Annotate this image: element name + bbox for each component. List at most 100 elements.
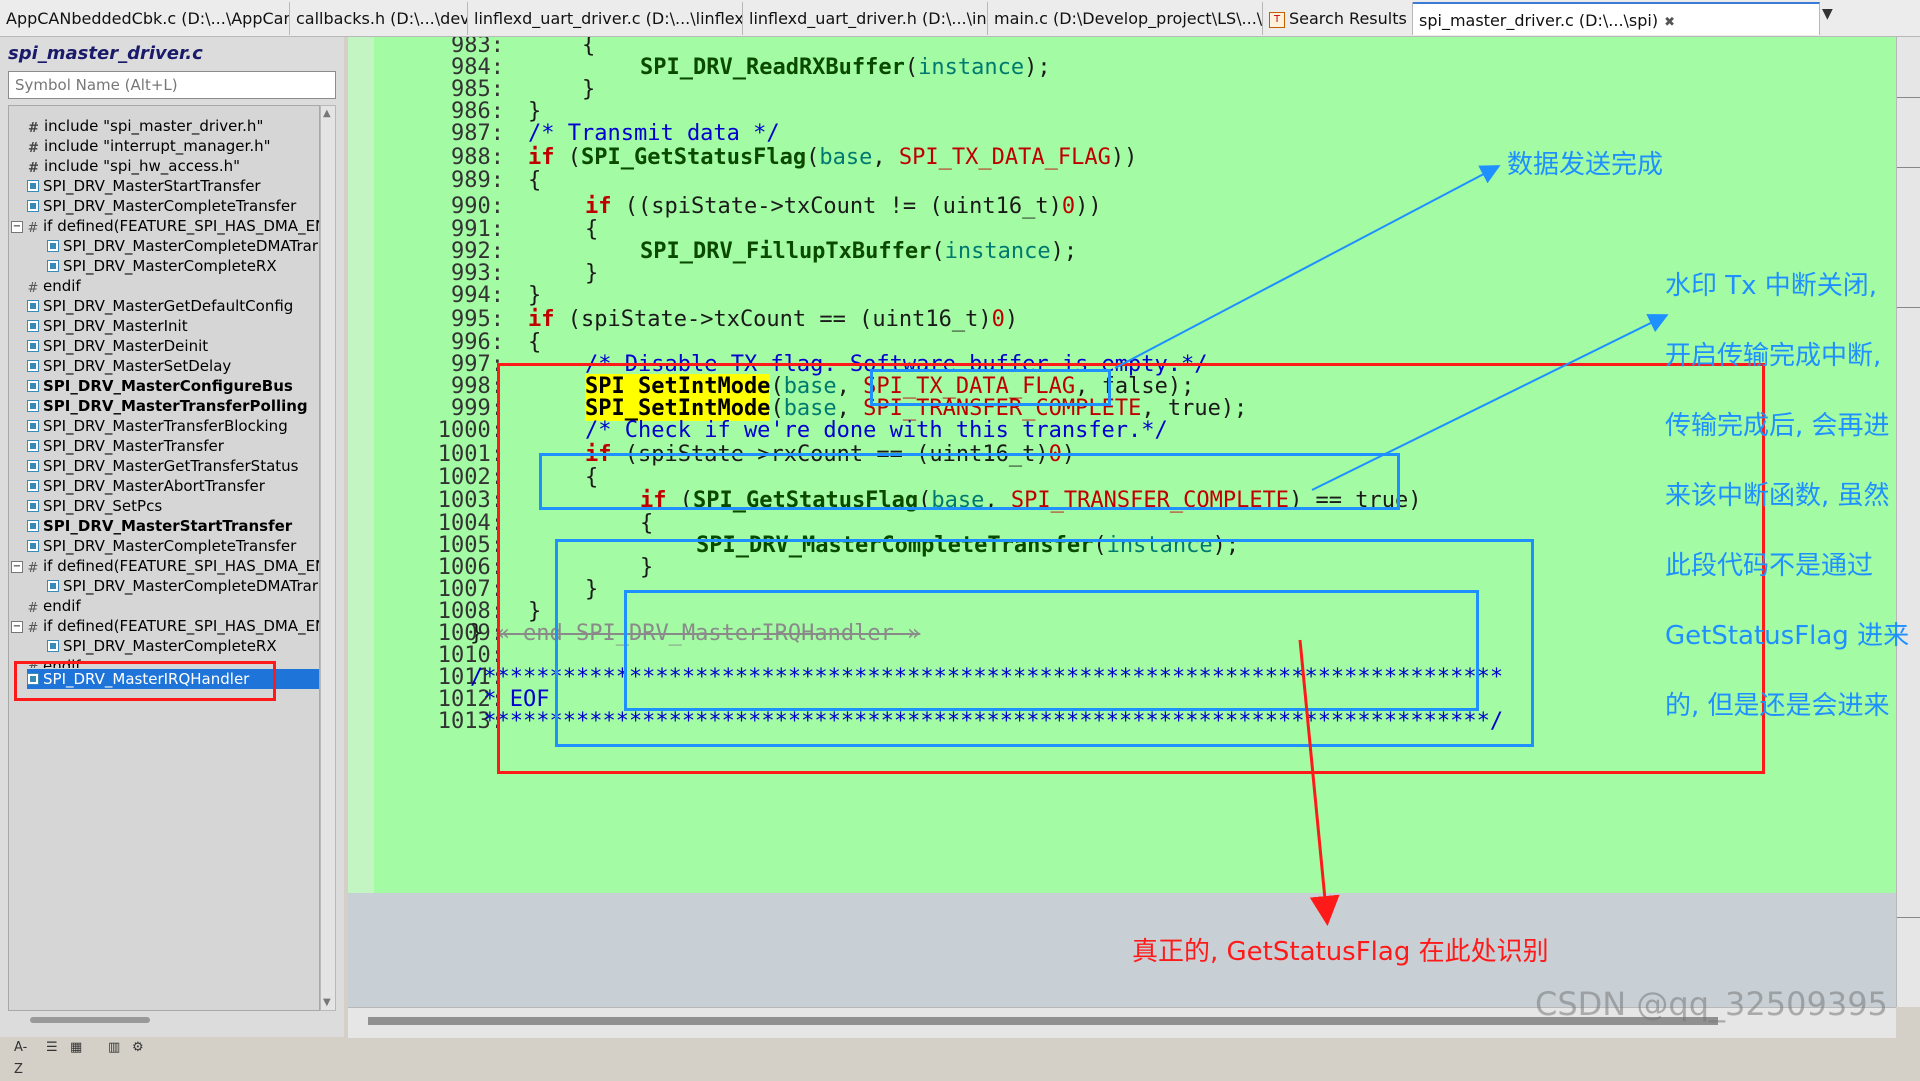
include-icon: # (28, 161, 39, 176)
function-icon (27, 460, 39, 472)
function-icon (27, 480, 39, 492)
list-item-selected[interactable]: SPI_DRV_MasterIRQHandler (27, 669, 319, 689)
list-item[interactable]: SPI_DRV_MasterCompleteRX (47, 256, 277, 276)
scroll-marker (1897, 167, 1920, 168)
code-line: { (585, 217, 599, 242)
side-note-line: 的, 但是还是会进来 (1665, 691, 1890, 721)
book-icon[interactable]: ▥ (108, 1037, 120, 1059)
list-item[interactable]: SPI_DRV_MasterTransferPolling (27, 396, 308, 416)
scroll-down-icon[interactable]: ▼ (323, 997, 331, 1008)
list-item[interactable]: # if defined(FEATURE_SPI_HAS_DMA_EN (27, 616, 319, 636)
function-icon (27, 380, 39, 392)
list-item[interactable]: SPI_DRV_MasterCompleteDMATrar (47, 576, 318, 596)
tab-label: callbacks.h (D:\...\devices) (296, 9, 467, 28)
tab-main-c[interactable]: main.c (D:\Develop_project\LS\...\app) (988, 2, 1263, 35)
tab-bar: AppCANbeddedCbk.c (D:\...\AppCanbedded) … (0, 0, 1920, 37)
list-item[interactable]: SPI_DRV_MasterCompleteTransfer (27, 536, 296, 556)
function-icon (27, 340, 39, 352)
scroll-up-icon[interactable]: ▲ (323, 108, 331, 119)
code-line: } (528, 283, 542, 308)
tab-appcanbeddedcbk[interactable]: AppCANbeddedCbk.c (D:\...\AppCanbedded) (0, 2, 290, 35)
watermark: CSDN @qq_32509395 (1535, 985, 1888, 1023)
list-item[interactable]: SPI_DRV_MasterGetDefaultConfig (27, 296, 293, 316)
function-icon (27, 420, 39, 432)
preprocessor-icon: # (27, 662, 39, 668)
function-icon (27, 360, 39, 372)
category-icon[interactable]: ▦ (70, 1037, 82, 1059)
search-results-icon: T (1269, 11, 1285, 28)
scroll-marker (1897, 97, 1920, 98)
list-view-icon[interactable]: ☰ (46, 1037, 58, 1059)
preprocessor-icon: # (27, 601, 39, 616)
chevron-down-icon[interactable]: ▼ (1822, 6, 1833, 22)
side-note-line: 传输完成后, 会再进 (1665, 411, 1890, 441)
tab-search-results[interactable]: T Search Results (1263, 2, 1413, 35)
sort-az-button[interactable]: A-Z (14, 1037, 27, 1077)
collapse-icon[interactable]: − (11, 621, 23, 633)
list-item[interactable]: # if defined(FEATURE_SPI_HAS_DMA_EN (27, 556, 319, 576)
tab-spi-master-driver-c[interactable]: spi_master_driver.c (D:\...\spi) ✖ (1413, 2, 1820, 35)
code-line: ****************************************… (470, 709, 1504, 734)
code-line: SPI_DRV_MasterCompleteTransfer(instance)… (696, 533, 1240, 558)
list-item[interactable]: SPI_DRV_MasterAbortTransfer (27, 476, 265, 496)
line-number: 1000: (437, 418, 504, 443)
list-item[interactable]: #endif (27, 276, 81, 296)
tab-label: spi_master_driver.c (D:\...\spi) (1419, 11, 1659, 30)
list-item[interactable]: SPI_DRV_MasterSetDelay (27, 356, 231, 376)
function-icon (27, 200, 39, 212)
code-line: } (585, 261, 599, 286)
list-item[interactable]: SPI_DRV_MasterDeinit (27, 336, 208, 356)
note-real-check: 真正的, GetStatusFlag 在此处识别 (1132, 937, 1549, 967)
list-item[interactable]: SPI_DRV_SetPcs (27, 496, 162, 516)
function-icon (47, 240, 59, 252)
code-editor[interactable]: 983: 984: 985: 986: 987: 988: 989: 990: … (348, 37, 1896, 893)
list-item[interactable]: SPI_DRV_MasterCompleteRX (47, 636, 277, 656)
collapse-icon[interactable]: − (11, 221, 23, 233)
list-item[interactable]: #endif (27, 596, 81, 616)
tab-label: main.c (D:\Develop_project\LS\...\app) (994, 9, 1263, 28)
tab-linflexd-uart-driver-h[interactable]: linflexd_uart_driver.h (D:\...\inc) (743, 2, 988, 35)
code-line: { (582, 37, 596, 58)
function-icon (27, 180, 39, 192)
close-icon[interactable]: ✖ (1664, 6, 1675, 35)
code-line: } (640, 555, 654, 580)
list-item[interactable]: SPI_DRV_MasterGetTransferStatus (27, 456, 298, 476)
list-item[interactable]: SPI_DRV_MasterCompleteTransfer (27, 196, 296, 216)
code-line: /* Check if we're done with this transfe… (585, 418, 1168, 443)
symbol-search-input[interactable] (8, 71, 336, 99)
code-line: if (SPI_GetStatusFlag(base, SPI_TRANSFER… (640, 488, 1422, 513)
gear-icon[interactable]: ⚙ (132, 1037, 144, 1059)
list-item[interactable]: SPI_DRV_MasterStartTransfer (27, 516, 292, 536)
horizontal-scrollbar-thumb[interactable] (30, 1017, 150, 1023)
list-item[interactable]: SPI_DRV_MasterTransferBlocking (27, 416, 288, 436)
function-icon (27, 320, 39, 332)
list-item[interactable]: SPI_DRV_MasterInit (27, 316, 188, 336)
code-line: { (585, 465, 599, 490)
function-icon (27, 540, 39, 552)
list-item[interactable]: # if defined(FEATURE_SPI_HAS_DMA_EN (27, 216, 319, 236)
collapse-icon[interactable]: − (11, 561, 23, 573)
editor-vertical-scrollbar[interactable] (1896, 37, 1920, 1007)
list-item[interactable]: SPI_DRV_MasterTransfer (27, 436, 224, 456)
tab-linflexd-uart-driver-c[interactable]: linflexd_uart_driver.c (D:\...\linflexd) (468, 2, 743, 35)
code-line: SPI_DRV_ReadRXBuffer(instance); (640, 55, 1051, 80)
side-note-line: 来该中断函数, 虽然 (1665, 481, 1890, 511)
code-line: if (spiState->txCount == (uint16_t)0) (528, 307, 1019, 332)
list-item[interactable]: SPI_DRV_MasterStartTransfer (27, 176, 261, 196)
tab-callbacks[interactable]: callbacks.h (D:\...\devices) (290, 2, 468, 35)
side-note-line: GetStatusFlag 进来 (1665, 621, 1910, 651)
code-line: { (528, 168, 542, 193)
horizontal-scrollbar-thumb[interactable] (368, 1017, 1718, 1025)
list-item[interactable]: # include "interrupt_manager.h" (27, 136, 270, 156)
line-number: 987: (451, 121, 504, 146)
list-item[interactable]: SPI_DRV_MasterConfigureBus (27, 376, 293, 396)
list-item[interactable]: SPI_DRV_MasterCompleteDMATrar (47, 236, 318, 256)
list-item[interactable]: # include "spi_hw_access.h" (27, 156, 240, 176)
preprocessor-icon: # (27, 561, 39, 576)
function-icon (27, 440, 39, 452)
list-item[interactable]: # include "spi_master_driver.h" (27, 116, 263, 136)
scroll-marker (1897, 307, 1920, 308)
code-line: SPI_DRV_FillupTxBuffer(instance); (640, 239, 1078, 264)
symbol-list-scrollbar[interactable]: ▲ ▼ (320, 105, 336, 1011)
list-item[interactable]: #endif (27, 656, 81, 668)
